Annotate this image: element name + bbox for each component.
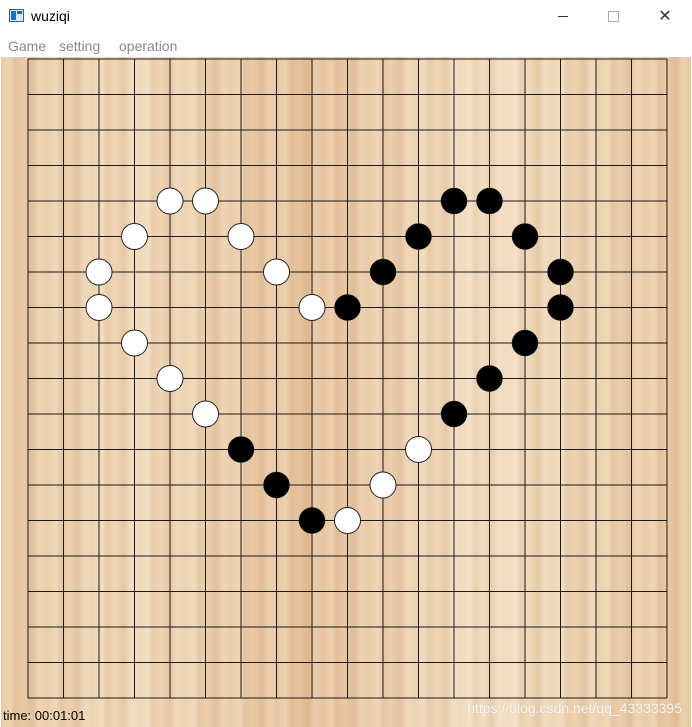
- watermark-text: https://blog.csdn.net/qq_43333395: [467, 700, 682, 716]
- menu-game[interactable]: Game: [8, 38, 46, 54]
- black-stone: [405, 223, 432, 250]
- white-stone: [156, 187, 184, 215]
- white-stone: [156, 365, 184, 392]
- title-bar: wuziqi ✕: [0, 0, 692, 33]
- black-stone: [440, 187, 468, 215]
- window-title: wuziqi: [31, 8, 70, 24]
- menu-setting[interactable]: setting: [59, 38, 100, 54]
- menu-operation[interactable]: operation: [119, 38, 177, 54]
- black-stone: [298, 507, 326, 534]
- close-button[interactable]: ✕: [642, 0, 688, 33]
- black-stone: [547, 258, 574, 286]
- minimize-icon: [558, 16, 568, 18]
- white-stone: [369, 471, 397, 499]
- white-stone: [298, 294, 326, 321]
- white-stone: [121, 329, 148, 357]
- black-stone: [511, 223, 539, 250]
- black-stone: [547, 294, 574, 321]
- white-stone: [227, 223, 255, 250]
- white-stone: [192, 400, 219, 428]
- menu-bar: Game setting operation: [0, 33, 692, 57]
- black-stone: [227, 436, 255, 463]
- black-stone: [511, 329, 539, 357]
- white-stone: [85, 258, 113, 286]
- close-icon: ✕: [658, 8, 672, 25]
- maximize-icon: [607, 11, 619, 23]
- black-stone: [476, 187, 503, 215]
- black-stone: [476, 365, 503, 392]
- white-stone: [334, 507, 361, 534]
- black-stone: [263, 471, 290, 499]
- black-stone: [369, 258, 397, 286]
- board-grid[interactable]: [1, 57, 691, 727]
- white-stone: [263, 258, 290, 286]
- app-icon: [9, 9, 24, 22]
- white-stone: [405, 436, 432, 463]
- black-stone: [334, 294, 361, 321]
- white-stone: [121, 223, 148, 250]
- white-stone: [192, 187, 219, 215]
- game-board[interactable]: [1, 57, 691, 727]
- black-stone: [440, 400, 468, 428]
- maximize-button[interactable]: [590, 0, 636, 33]
- white-stone: [85, 294, 113, 321]
- elapsed-time: time: 00:01:01: [3, 708, 86, 723]
- status-bar: time: 00:01:01 https://blog.csdn.net/qq_…: [0, 700, 692, 727]
- minimize-button[interactable]: [540, 0, 586, 33]
